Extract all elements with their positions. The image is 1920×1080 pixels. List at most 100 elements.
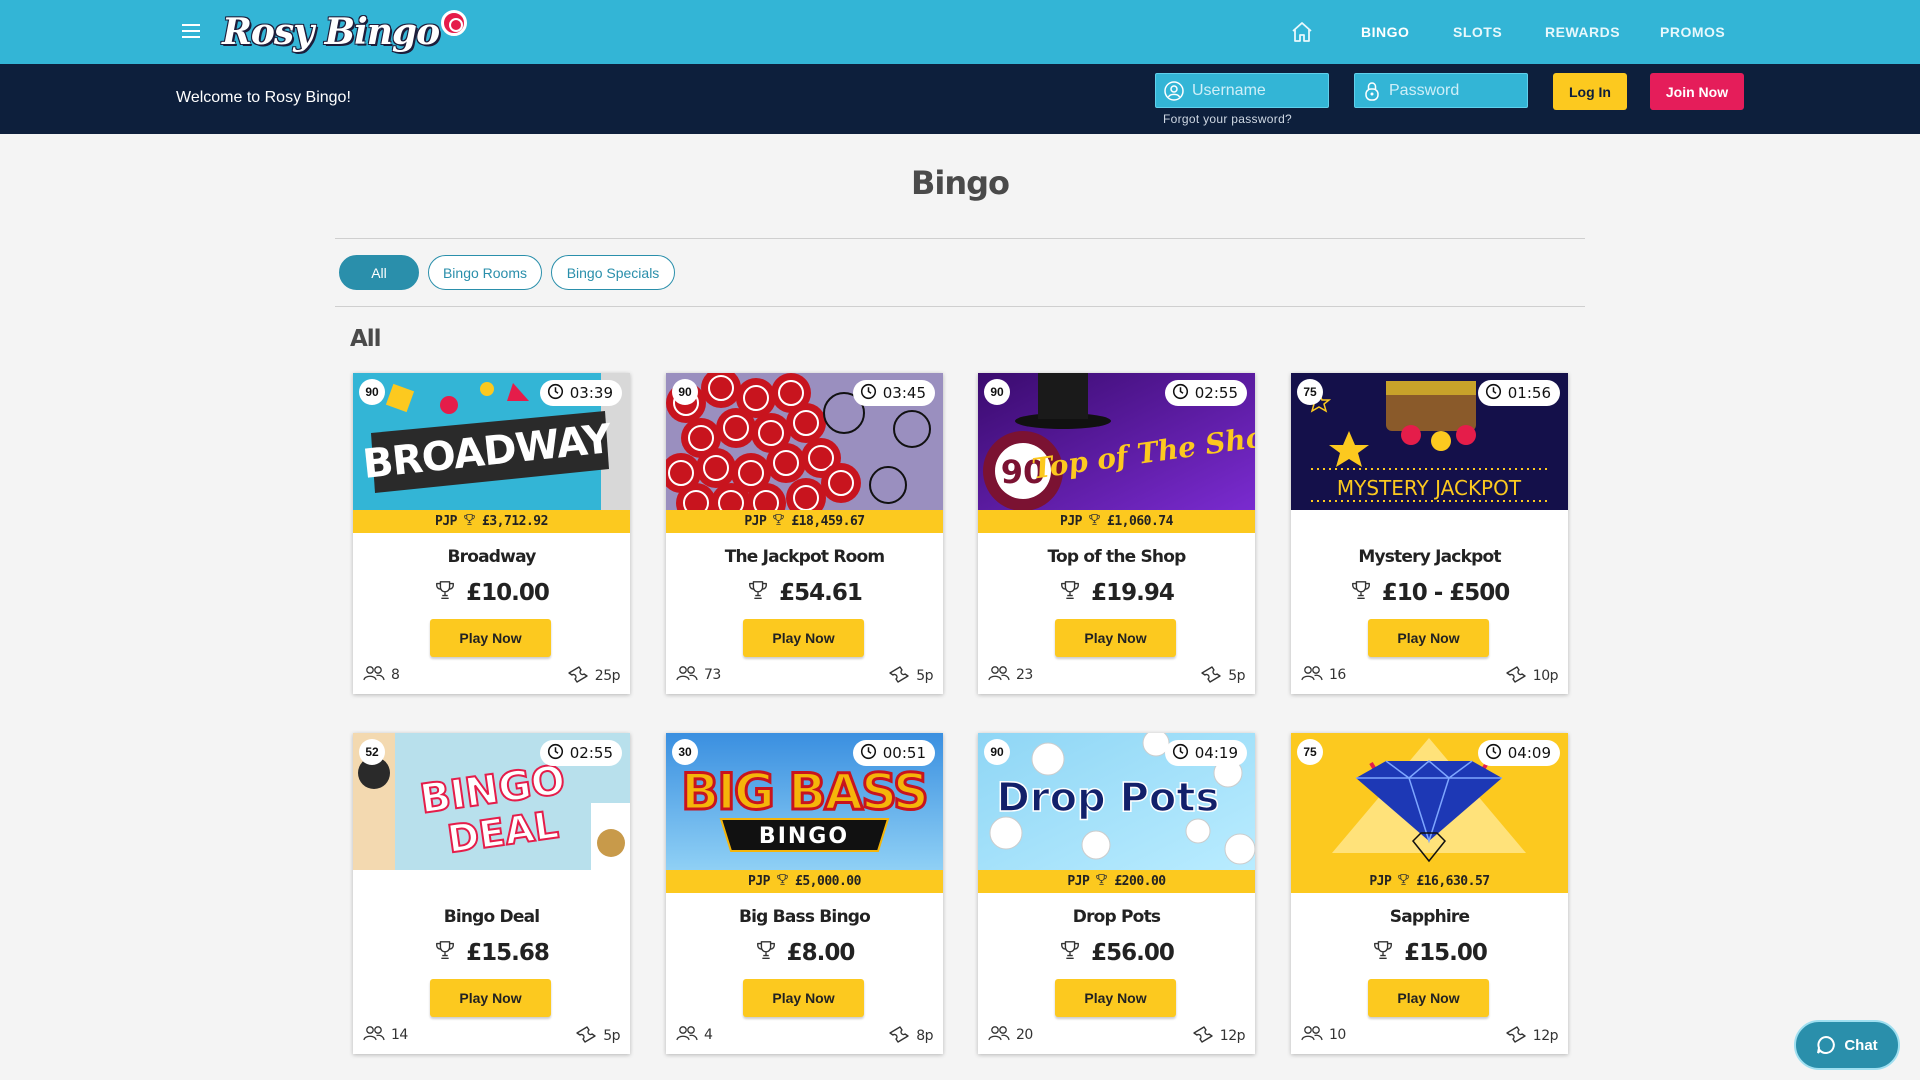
- player-count: 14: [363, 1025, 408, 1045]
- ticket-price: 8p: [888, 1025, 933, 1047]
- svg-text:Drop Pots: Drop Pots: [997, 775, 1220, 821]
- trophy-icon: [755, 939, 777, 967]
- timer-text: 00:51: [882, 744, 926, 762]
- ticket-text: 25p: [594, 668, 621, 684]
- filter-bingo-rooms[interactable]: Bingo Rooms: [428, 255, 542, 290]
- game-name: Top of the Shop: [1047, 547, 1187, 567]
- ticket-price: 12p: [1505, 1025, 1559, 1047]
- ball-count-badge: 75: [1297, 739, 1323, 765]
- play-now-button[interactable]: Play Now: [743, 979, 864, 1017]
- game-card[interactable]: Drop Pots 90 04:19 PJP £200.00 Drop Pots …: [978, 733, 1255, 1054]
- player-count: 10: [1301, 1025, 1346, 1045]
- play-now-button[interactable]: Play Now: [430, 979, 551, 1017]
- username-field[interactable]: [1155, 73, 1329, 108]
- pjp-amount: £1,060.74: [1107, 514, 1173, 529]
- pjp-label: PJP: [1369, 874, 1392, 889]
- pjp-banner: PJP £16,630.57: [1291, 870, 1568, 893]
- pjp-amount: £3,712.92: [482, 514, 548, 529]
- game-prize: £10.00: [353, 579, 630, 607]
- player-count: 20: [988, 1025, 1033, 1045]
- trophy-icon: [1059, 939, 1081, 967]
- players-text: 20: [1016, 1027, 1033, 1043]
- player-count: 73: [676, 665, 721, 685]
- nav-promos[interactable]: PROMOS: [1660, 24, 1725, 40]
- ticket-icon: [575, 1025, 597, 1047]
- filter-bingo-specials[interactable]: Bingo Specials: [551, 255, 675, 290]
- players-text: 14: [391, 1027, 408, 1043]
- top-nav: Rosy Bingo BINGO SLOTS REWARDS PROMOS: [0, 0, 1920, 64]
- trophy-icon: [776, 873, 789, 890]
- filter-all[interactable]: All: [339, 255, 419, 290]
- nav-bingo[interactable]: BINGO: [1361, 24, 1409, 40]
- pjp-label: PJP: [1060, 514, 1083, 529]
- home-icon[interactable]: [1290, 20, 1314, 44]
- pjp-amount: £16,630.57: [1416, 874, 1490, 889]
- nav-rewards[interactable]: REWARDS: [1545, 24, 1620, 40]
- ball-count-badge: 30: [672, 739, 698, 765]
- play-now-button[interactable]: Play Now: [1368, 619, 1489, 657]
- nav-slots[interactable]: SLOTS: [1453, 24, 1502, 40]
- players-text: 4: [704, 1027, 713, 1043]
- players-text: 8: [391, 667, 400, 683]
- timer-text: 03:39: [569, 384, 613, 402]
- trophy-icon: [434, 939, 456, 967]
- countdown-timer: 00:51: [852, 740, 935, 766]
- password-input[interactable]: [1389, 81, 1519, 100]
- play-now-button[interactable]: Play Now: [1368, 979, 1489, 1017]
- game-name: Bingo Deal: [443, 907, 540, 927]
- play-now-button[interactable]: Play Now: [1055, 979, 1176, 1017]
- pjp-label: PJP: [744, 514, 767, 529]
- username-input[interactable]: [1192, 81, 1322, 100]
- prize-amount: £15.00: [1404, 940, 1488, 966]
- game-card[interactable]: BINGO DEAL 52 02:55 Bingo Deal £15.68 Pla…: [353, 733, 630, 1054]
- trophy-icon: [1088, 513, 1101, 530]
- game-name: Mystery Jackpot: [1358, 547, 1501, 567]
- divider: [335, 306, 1585, 307]
- play-now-button[interactable]: Play Now: [1055, 619, 1176, 657]
- ball-count-badge: 90: [359, 379, 385, 405]
- ticket-icon: [1505, 665, 1527, 687]
- login-button[interactable]: Log In: [1553, 73, 1627, 110]
- game-card[interactable]: BROADWAY 90 03:39 PJP £3,712.92 Broadway …: [353, 373, 630, 694]
- player-count: 23: [988, 665, 1033, 685]
- players-icon: [1301, 665, 1323, 685]
- pjp-banner: PJP £18,459.67: [666, 510, 943, 533]
- game-card[interactable]: MYSTERY JACKPOT 75 01:56 Mystery Jackpot…: [1291, 373, 1568, 694]
- ball-count-badge: 75: [1297, 379, 1323, 405]
- clock-icon: [860, 383, 877, 404]
- section-title: All: [350, 326, 382, 352]
- game-card[interactable]: BIG BASS BINGO 30 00:51 PJP £5,000.00 Big …: [666, 733, 943, 1054]
- players-icon: [676, 1025, 698, 1045]
- ball-count-badge: 90: [984, 739, 1010, 765]
- logo-text: Rosy Bingo: [222, 11, 440, 53]
- forgot-password-link[interactable]: Forgot your password?: [1163, 112, 1292, 126]
- play-now-button[interactable]: Play Now: [430, 619, 551, 657]
- players-icon: [1301, 1025, 1323, 1045]
- game-name: Drop Pots: [1072, 907, 1161, 927]
- countdown-timer: 04:19: [1164, 740, 1247, 766]
- join-button[interactable]: Join Now: [1650, 73, 1744, 110]
- players-icon: [676, 665, 698, 685]
- ticket-price: 5p: [575, 1025, 620, 1047]
- ticket-icon: [888, 665, 910, 687]
- player-count: 16: [1301, 665, 1346, 685]
- clock-icon: [1485, 743, 1502, 764]
- game-card[interactable]: 90 Top of The Shop 90 02:55 PJP £1,060.74 …: [978, 373, 1255, 694]
- game-card[interactable]: 75 04:09 PJP £16,630.57 Sapphire £15.00 P…: [1291, 733, 1568, 1054]
- play-now-button[interactable]: Play Now: [743, 619, 864, 657]
- ticket-price: 5p: [888, 665, 933, 687]
- game-prize: £10 - £500: [1291, 579, 1568, 607]
- ball-count-badge: 90: [672, 379, 698, 405]
- ticket-icon: [888, 1025, 910, 1047]
- ticket-text: 12p: [1219, 1028, 1246, 1044]
- password-field[interactable]: [1354, 73, 1528, 108]
- logo[interactable]: Rosy Bingo: [222, 4, 468, 60]
- game-prize: £19.94: [978, 579, 1255, 607]
- trophy-icon: [463, 513, 476, 530]
- players-icon: [988, 1025, 1010, 1045]
- chat-button[interactable]: Chat: [1794, 1020, 1900, 1070]
- menu-icon[interactable]: [182, 24, 200, 38]
- trophy-icon: [747, 579, 769, 607]
- game-card[interactable]: 90 03:45 PJP £18,459.67 The Jackpot Room …: [666, 373, 943, 694]
- timer-text: 04:19: [1194, 744, 1238, 762]
